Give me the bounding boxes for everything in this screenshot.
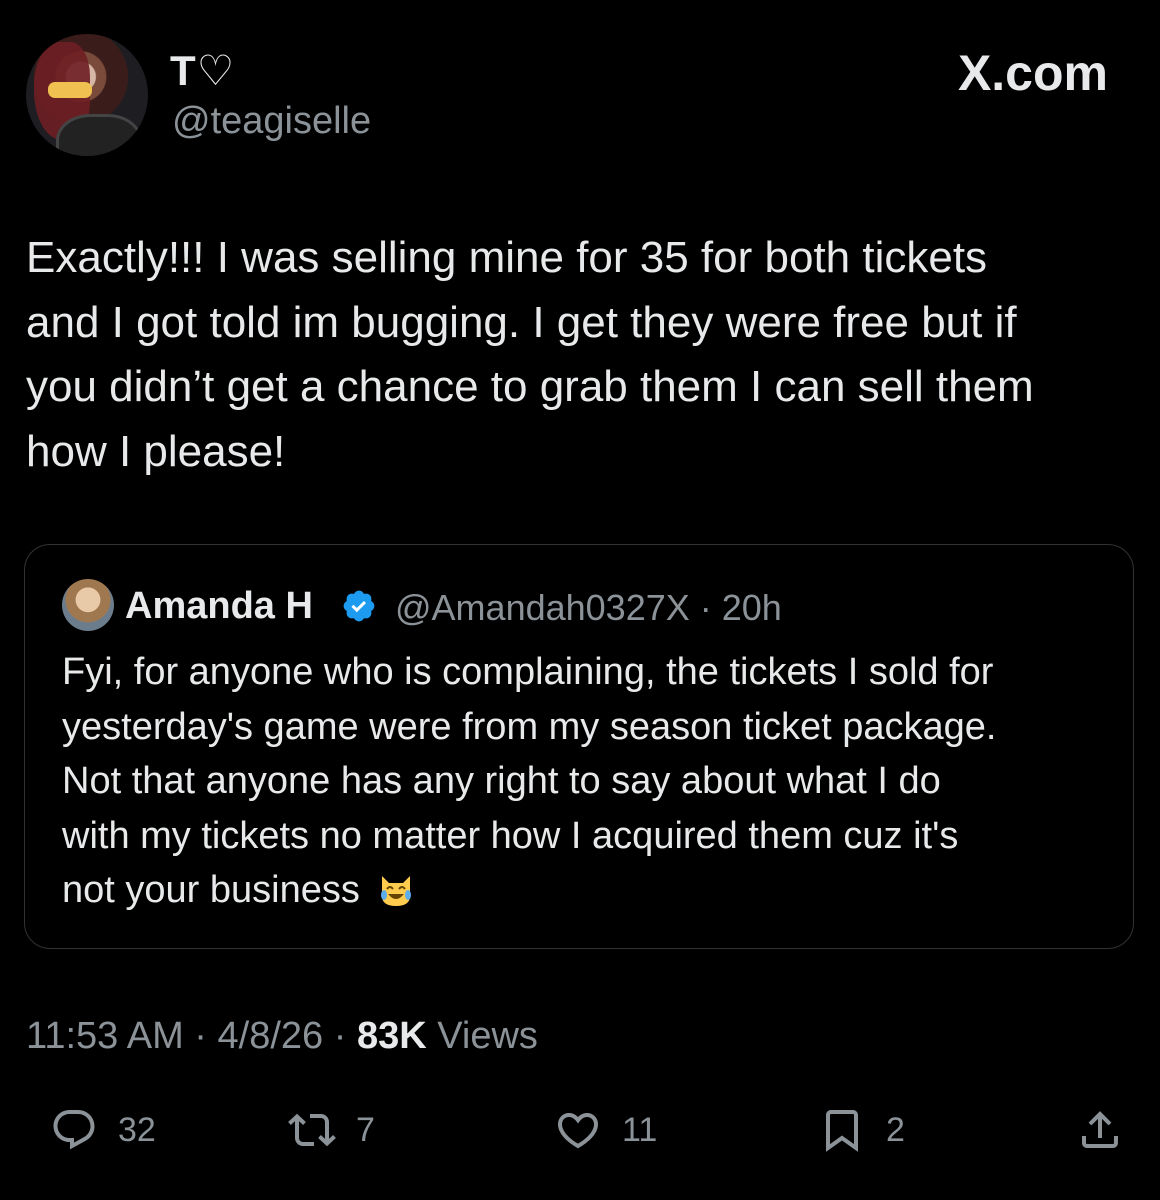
- quote-author-handle-time: @Amandah0327X · 20h: [395, 587, 782, 628]
- heart-icon: [557, 1113, 599, 1149]
- quote-text: Fyi, for anyone who is complaining, the …: [62, 645, 1112, 918]
- tweet-meta: 11:53 AM · 4/8/26 · 83K Views: [26, 1015, 538, 1058]
- views-label: Views: [426, 1015, 538, 1057]
- share-icon: [1082, 1111, 1118, 1148]
- quoted-tweet-card[interactable]: Amanda H @Amandah0327X · 20h Fyi, for an…: [24, 544, 1134, 949]
- quote-line: Fyi, for anyone who is complaining, the …: [62, 651, 994, 693]
- tweet-line: how I please!: [26, 426, 286, 476]
- verified-badge-icon: [343, 590, 375, 622]
- quote-line: yesterday's game were from my season tic…: [62, 705, 997, 748]
- views-count: 83K: [356, 1015, 427, 1057]
- tweet-time-date[interactable]: 11:53 AM · 4/8/26 ·: [26, 1015, 357, 1057]
- quote-line: not your business: [62, 869, 360, 911]
- reply-count: 32: [118, 1110, 156, 1149]
- bookmark-count: 2: [886, 1110, 905, 1149]
- brand-watermark: X.com: [957, 45, 1108, 101]
- quote-line-last: not your business: [62, 863, 1112, 918]
- action-bar: 32 7 11 2: [0, 1098, 1160, 1168]
- share-button[interactable]: [1076, 1106, 1124, 1154]
- quote-line: Not that anyone has any right to say abo…: [62, 760, 941, 802]
- author-handle[interactable]: @teagiselle: [172, 100, 371, 143]
- tweet-text: Exactly!!! I was selling mine for 35 for…: [26, 226, 1126, 484]
- like-button[interactable]: 11: [554, 1106, 657, 1154]
- author-avatar[interactable]: [26, 34, 148, 156]
- repost-count: 7: [356, 1110, 375, 1149]
- tweet-line: you didn’t get a chance to grab them I c…: [26, 362, 1034, 411]
- repost-button[interactable]: 7: [288, 1106, 375, 1154]
- avatar-glasses: [48, 82, 92, 98]
- laughing-crying-cat-emoji-icon: [381, 876, 412, 906]
- like-count: 11: [622, 1110, 658, 1149]
- bookmark-button[interactable]: 2: [818, 1106, 905, 1154]
- reply-icon: [53, 1110, 95, 1150]
- repost-icon: [288, 1113, 336, 1147]
- quote-line: with my tickets no matter how I acquired…: [62, 814, 959, 857]
- tweet-line: Exactly!!! I was selling mine for 35 for…: [26, 233, 988, 282]
- bookmark-icon: [826, 1110, 858, 1152]
- avatar-jacket: [56, 114, 142, 156]
- quote-author-name: Amanda H: [125, 585, 313, 627]
- reply-button[interactable]: 32: [50, 1106, 156, 1154]
- tweet-line: and I got told im bugging. I get they we…: [26, 297, 1017, 347]
- quote-author-avatar: [62, 579, 114, 631]
- author-display-name[interactable]: T♡: [170, 46, 235, 95]
